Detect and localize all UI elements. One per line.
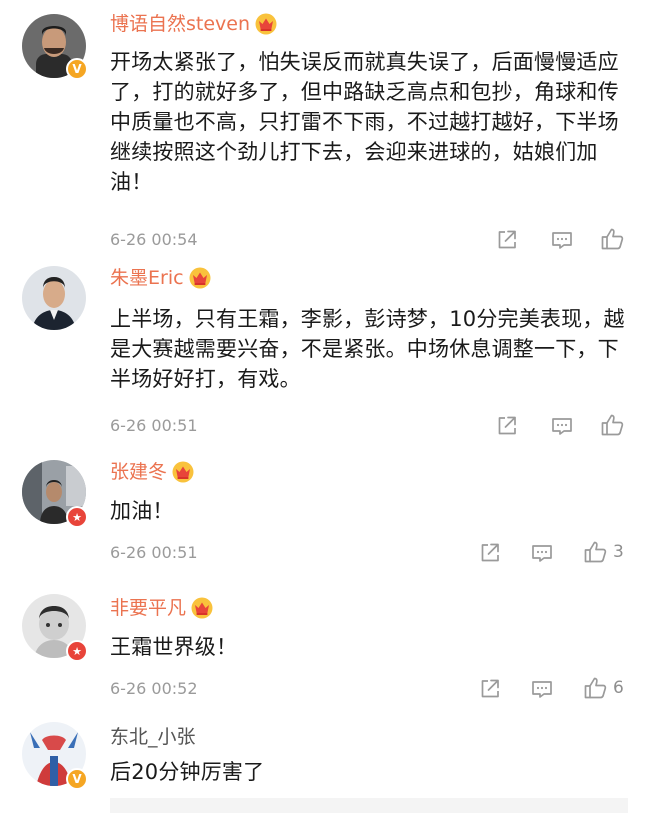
share-icon [495,228,519,252]
comment-button[interactable] [550,227,574,253]
username-row: 东北_小张 [110,725,196,749]
comment-time: 6-26 00:52 [110,679,198,698]
crown-icon [171,461,195,483]
verified-badge-icon: ★ [66,640,88,662]
comment-text: 上半场，只有王霜，李影，彭诗梦，10分完美表现，越是大赛越需要兴奋，不是紧张。中… [110,307,625,391]
avatar[interactable] [22,266,86,330]
comment-text: 开场太紧张了，怕失误反而就真失误了，后面慢慢适应了，打的就好多了，但中路缺乏高点… [110,50,619,194]
username-row: 张建冬 [110,460,195,484]
reply-preview-box[interactable] [110,798,628,813]
verified-badge-icon: V [66,768,88,790]
share-icon [478,541,502,565]
username-row: 非要平凡 [110,596,214,620]
share-button[interactable] [495,413,519,439]
share-button[interactable] [478,676,502,702]
share-button[interactable] [478,540,502,566]
verified-badge-icon: V [66,58,88,80]
like-button[interactable]: 3 [583,539,624,565]
like-button[interactable]: 6 [583,675,624,701]
comment-button[interactable] [550,413,574,439]
comment-icon [530,677,554,701]
comment-time: 6-26 00:54 [110,230,198,249]
share-icon [495,414,519,438]
crown-icon [190,597,214,619]
comment-icon [550,414,574,438]
comment-time: 6-26 00:51 [110,416,198,435]
comment-icon [550,228,574,252]
comment-text: 后20分钟厉害了 [110,760,265,784]
comment-text: 加油！ [110,499,174,523]
username[interactable]: 东北_小张 [110,725,196,749]
comment-time: 6-26 00:51 [110,543,198,562]
thumbs-up-icon [583,676,609,700]
username[interactable]: 张建冬 [110,460,167,484]
verified-badge-icon: ★ [66,506,88,528]
crown-icon [254,13,278,35]
like-button[interactable] [600,412,630,438]
like-count: 6 [613,678,624,698]
username[interactable]: 非要平凡 [110,596,186,620]
username-row: 博语自然steven [110,12,278,36]
comment-button[interactable] [530,540,554,566]
share-button[interactable] [495,227,519,253]
thumbs-up-icon [583,540,609,564]
username-row: 朱墨Eric [110,266,212,290]
comment-icon [530,541,554,565]
thumbs-up-icon [600,413,626,437]
username[interactable]: 博语自然steven [110,12,250,36]
thumbs-up-icon [600,227,626,251]
like-count: 3 [613,542,624,562]
like-button[interactable] [600,226,630,252]
comment-button[interactable] [530,676,554,702]
share-icon [478,677,502,701]
comment-text: 王霜世界级！ [110,635,238,659]
username[interactable]: 朱墨Eric [110,266,184,290]
crown-icon [188,267,212,289]
